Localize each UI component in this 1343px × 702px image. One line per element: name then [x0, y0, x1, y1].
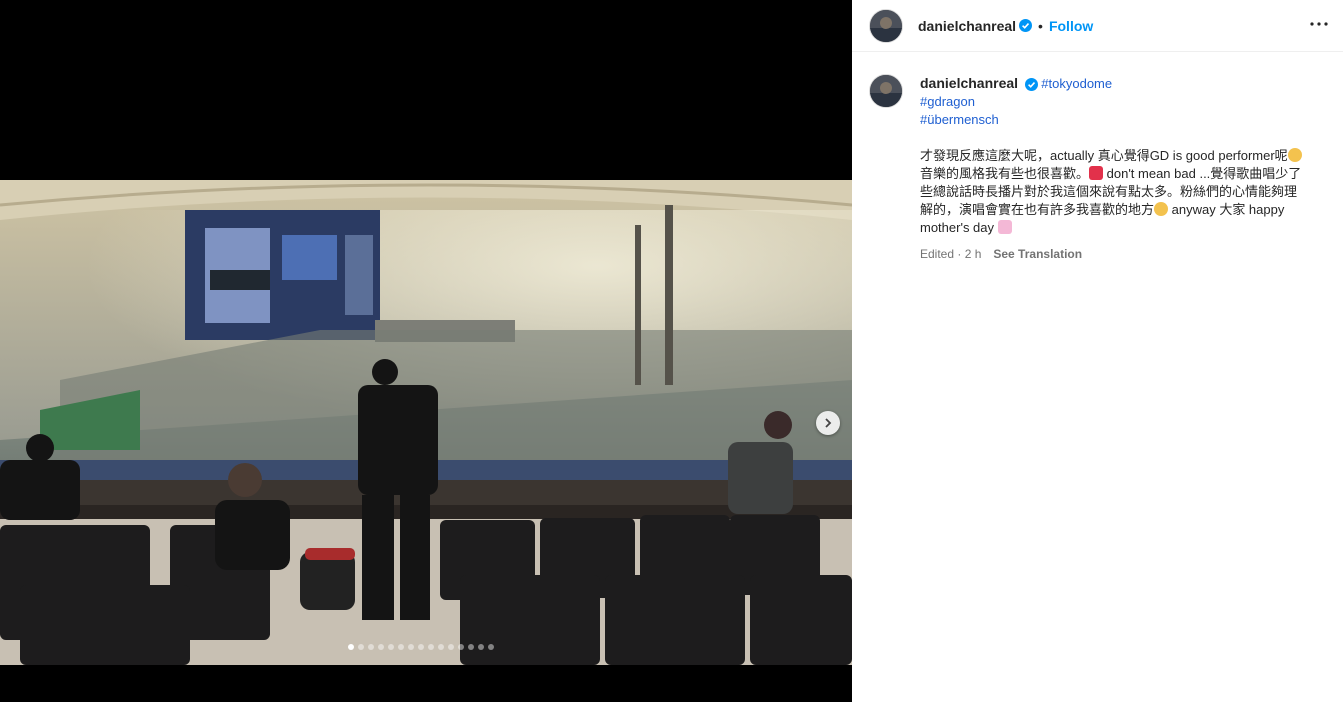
concert-photo-image: [0, 180, 852, 665]
carousel-dot: [468, 644, 474, 650]
carousel-dot: [428, 644, 434, 650]
username[interactable]: danielchanreal: [918, 18, 1016, 34]
smile-emoji-icon: [1154, 202, 1169, 216]
hashtag-link[interactable]: #übermensch: [920, 112, 999, 127]
carousel-indicator: [348, 644, 494, 650]
carousel-dot: [398, 644, 404, 650]
carousel-dot: [378, 644, 384, 650]
carousel-next-button[interactable]: [816, 411, 840, 435]
separator-dot: •: [1038, 17, 1043, 34]
carousel-dot: [368, 644, 374, 650]
smile-emoji-icon: [1287, 148, 1302, 162]
carousel-dot: [358, 644, 364, 650]
post-header: danielchanreal • Follow: [852, 0, 1343, 52]
carousel-dot: [448, 644, 454, 650]
carousel-dot: [478, 644, 484, 650]
post-media: [0, 0, 852, 702]
flower-emoji-icon: [997, 220, 1012, 234]
more-options-button[interactable]: [1307, 12, 1331, 36]
caption: danielchanreal #tokyodome #gdragon #über…: [920, 74, 1326, 263]
verified-badge-icon: [1019, 19, 1033, 32]
carousel-dot: [458, 644, 464, 650]
carousel-dot: [348, 644, 354, 650]
carousel-dot: [418, 644, 424, 650]
verified-badge-icon: [1024, 78, 1038, 92]
heart-emoji-icon: [1089, 166, 1104, 180]
follow-button[interactable]: Follow: [1049, 18, 1093, 34]
caption-username[interactable]: danielchanreal: [920, 75, 1018, 91]
more-options-icon: [1310, 22, 1328, 26]
chevron-right-icon: [825, 418, 832, 428]
post-sidebar: danielchanreal • Follow danielchanreal #…: [852, 0, 1343, 702]
hashtag-link[interactable]: #gdragon: [920, 94, 975, 109]
caption-text: 才發現反應這麼大呢，actually 真心覺得GD is good perfor…: [920, 148, 1302, 235]
caption-section: danielchanreal #tokyodome #gdragon #über…: [852, 52, 1343, 263]
see-translation-link[interactable]: See Translation: [993, 245, 1082, 263]
carousel-dot: [408, 644, 414, 650]
post-photo: [0, 180, 852, 665]
hashtag-link[interactable]: #tokyodome: [1041, 76, 1112, 91]
carousel-dot: [438, 644, 444, 650]
edited-timestamp: Edited · 2 h: [920, 247, 982, 261]
post-meta: Edited · 2 h See Translation: [920, 245, 1326, 263]
caption-avatar[interactable]: [869, 74, 903, 108]
avatar[interactable]: [869, 8, 903, 43]
carousel-dot: [388, 644, 394, 650]
carousel-dot: [488, 644, 494, 650]
